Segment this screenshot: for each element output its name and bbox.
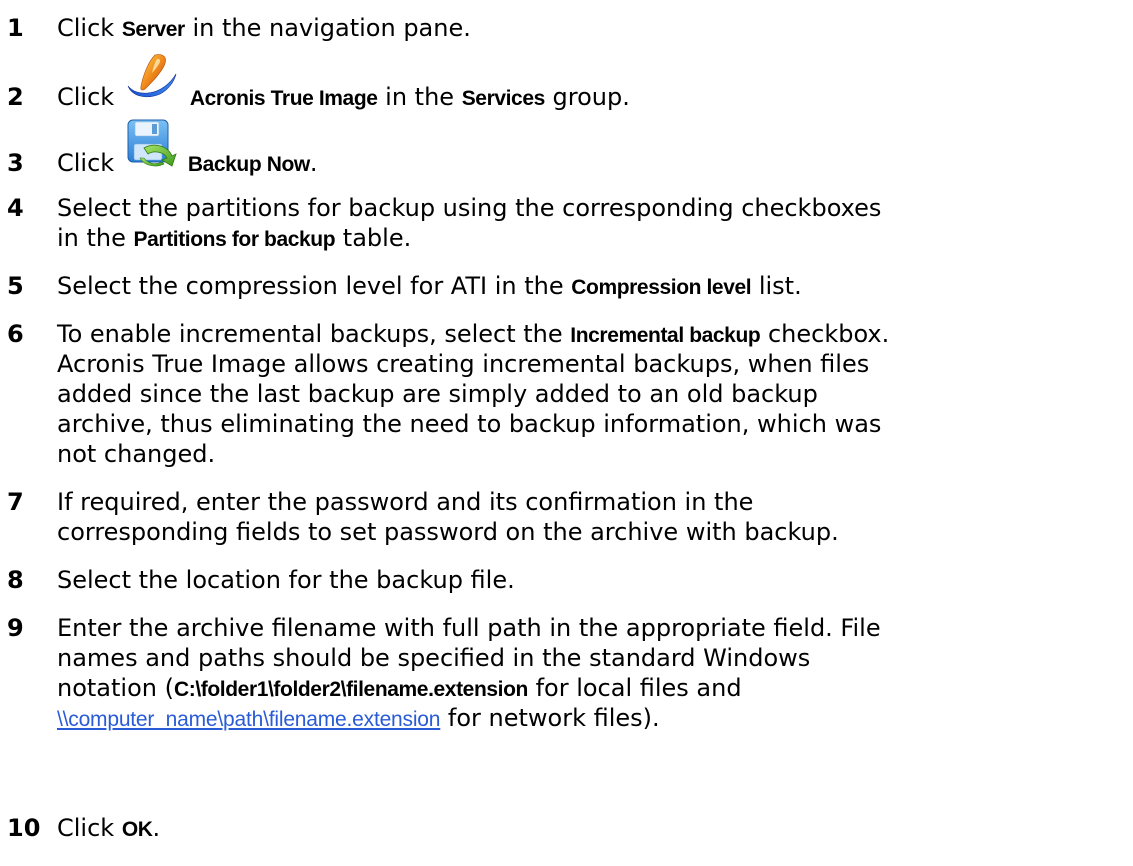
step-text: Select the partitions for backup using t…	[57, 194, 882, 252]
step-number: 3	[7, 149, 24, 177]
ui-term-services: Services	[461, 87, 546, 110]
step-text: To enable incremental backups, select th…	[57, 320, 890, 468]
step-text: Click Server in the navigation pane.	[57, 14, 471, 42]
ui-term-ok: OK	[121, 818, 153, 841]
step-text: Select the location for the backup file.	[57, 566, 515, 594]
step-number: 8	[7, 566, 24, 594]
step-text: Select the compression level for ATI in …	[57, 272, 802, 300]
step-number: 9	[7, 614, 24, 642]
backup-now-icon	[124, 118, 178, 167]
acronis-true-image-icon	[124, 52, 178, 98]
ui-term-partitions-for-backup: Partitions for backup	[133, 228, 336, 251]
ui-term-local-path: C:\folder1\folder2\filename.extension	[173, 678, 528, 701]
step-text: Click	[57, 54, 1129, 112]
step-number: 5	[7, 272, 24, 300]
step-number: 2	[7, 83, 24, 111]
ui-term-compression-level: Compression level	[571, 276, 752, 299]
step-text: If required, enter the password and its …	[57, 488, 839, 546]
step-text: Enter the archive filename with full pat…	[57, 614, 881, 732]
step-text: Click OK.	[57, 814, 161, 842]
step-number: 7	[7, 488, 24, 516]
network-path-link[interactable]: \\computer_name\path\filename.extension	[57, 708, 440, 731]
ui-term-server: Server	[121, 18, 185, 41]
step-number: 10	[7, 814, 41, 842]
ui-term-backup-now: Backup Now	[187, 153, 310, 176]
step-text: Click	[57, 119, 1129, 178]
ui-term-incremental-backup: Incremental backup	[570, 324, 761, 347]
step-number: 4	[7, 194, 24, 222]
step-number: 1	[7, 14, 24, 42]
ui-term-acronis-true-image: Acronis True Image	[189, 87, 378, 110]
step-number: 6	[7, 320, 24, 348]
